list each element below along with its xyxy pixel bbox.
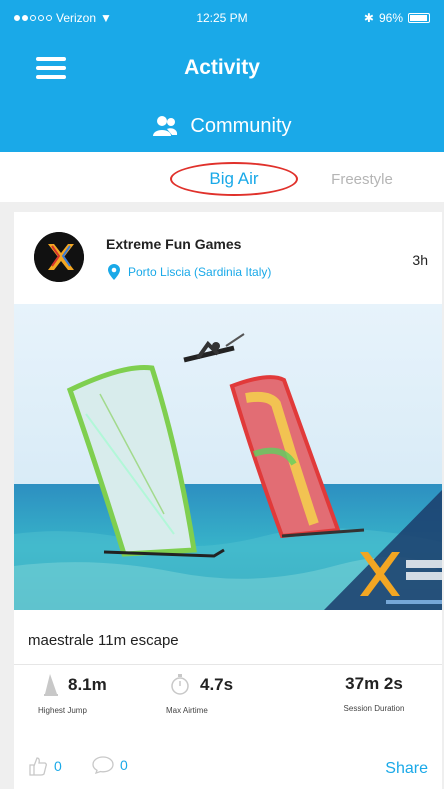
divider: [14, 664, 442, 665]
highest-jump-value: 8.1m: [68, 675, 107, 694]
highest-jump-label: Highest Jump: [38, 706, 87, 715]
comment-button[interactable]: 0: [92, 756, 128, 774]
location-label: Porto Liscia (Sardinia Italy): [128, 265, 272, 279]
status-bar: Verizon ▼ 12:25 PM ✱ 96%: [0, 6, 444, 28]
people-icon: [153, 116, 178, 136]
nav-bar: Activity: [0, 44, 444, 94]
session-photo[interactable]: [14, 304, 442, 610]
comment-icon: [92, 756, 114, 774]
avatar[interactable]: [34, 232, 84, 282]
stat-max-airtime: 4.7s Max Airtime: [166, 674, 286, 715]
discipline-tabs: Big Air Freestyle: [0, 156, 444, 202]
battery-icon: [408, 13, 430, 23]
max-airtime-label: Max Airtime: [166, 706, 208, 715]
community-label: Community: [190, 114, 292, 137]
username[interactable]: Extreme Fun Games: [106, 236, 241, 252]
page-title: Activity: [184, 56, 260, 79]
sail-icon: [44, 674, 58, 696]
location-pin-icon: [108, 264, 120, 280]
stat-highest-jump: 8.1m Highest Jump: [38, 674, 158, 715]
activity-card[interactable]: Extreme Fun Games Porto Liscia (Sardinia…: [14, 212, 442, 789]
bluetooth-icon: ✱: [363, 11, 374, 25]
card-header: Extreme Fun Games Porto Liscia (Sardinia…: [14, 212, 442, 304]
card-actions: 0 0 Share: [14, 746, 442, 786]
session-title: maestrale 11m escape: [28, 632, 179, 649]
comment-count: 0: [120, 757, 128, 773]
share-button[interactable]: Share: [385, 760, 428, 778]
battery: ✱ 96%: [364, 11, 430, 25]
like-button[interactable]: 0: [28, 756, 62, 776]
stat-session-duration: 37m 2s Session Duration: [314, 674, 434, 713]
session-duration-label: Session Duration: [343, 704, 405, 713]
stopwatch-icon: [171, 674, 189, 695]
like-count: 0: [54, 758, 62, 774]
location-link[interactable]: Porto Liscia (Sardinia Italy): [108, 264, 271, 280]
tab-big-air[interactable]: Big Air: [170, 162, 298, 196]
battery-percent: 96%: [378, 11, 403, 25]
max-airtime-value: 4.7s: [200, 675, 234, 694]
app-header: Verizon ▼ 12:25 PM ✱ 96% Activity Commun…: [0, 0, 444, 152]
community-selector[interactable]: Community: [0, 108, 444, 144]
thumbs-up-icon: [29, 757, 47, 776]
post-time: 3h: [412, 252, 428, 268]
tab-freestyle[interactable]: Freestyle: [322, 162, 402, 196]
session-duration-value: 37m 2s: [345, 674, 403, 693]
